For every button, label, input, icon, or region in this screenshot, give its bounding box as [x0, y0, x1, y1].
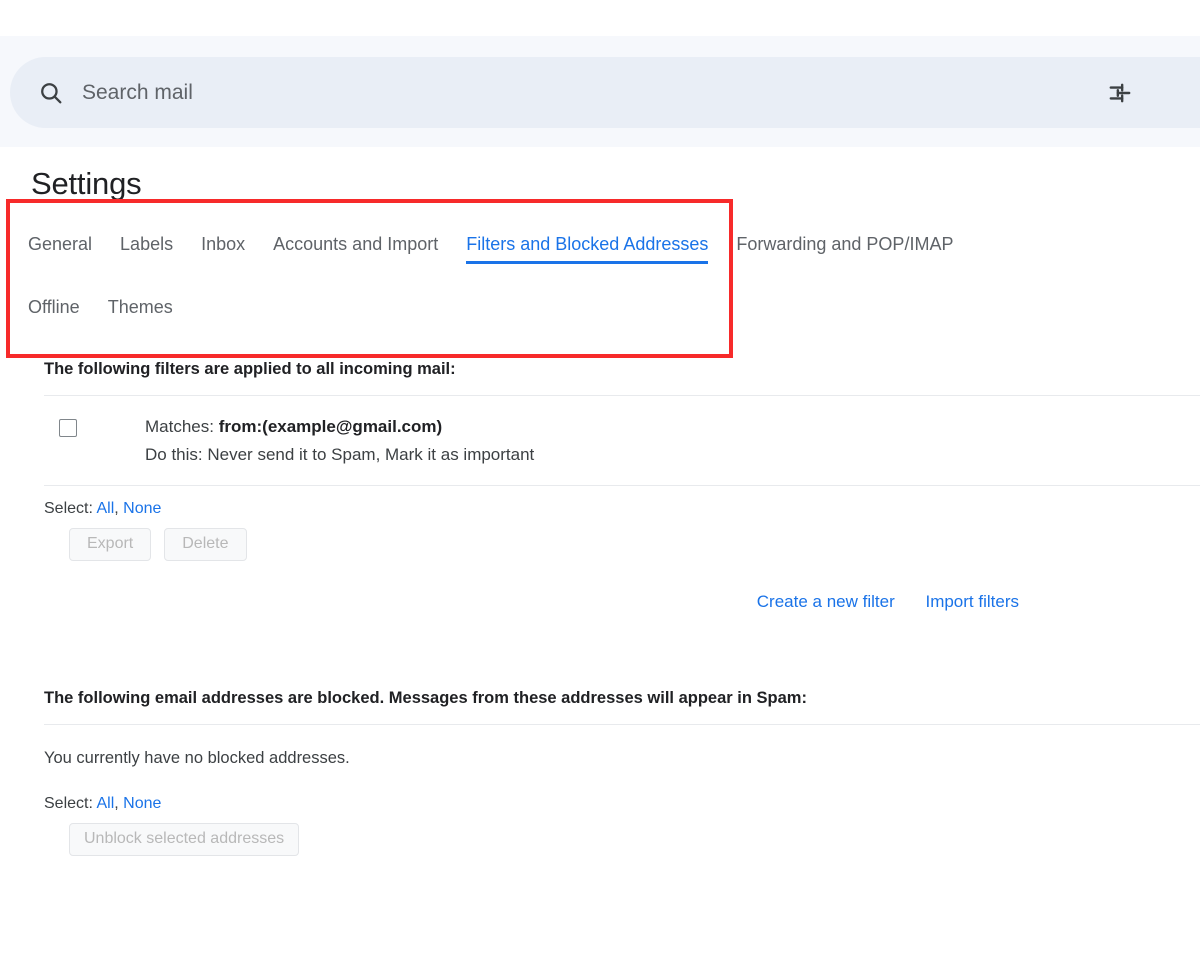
filters-action-links: Create a new filter Import filters	[15, 592, 1200, 612]
tab-accounts-and-import[interactable]: Accounts and Import	[273, 233, 438, 264]
filters-select-row: Select: All, None	[15, 498, 1200, 520]
blocked-select-label: Select:	[44, 795, 93, 812]
search-band	[0, 36, 1200, 147]
blocked-empty-message: You currently have no blocked addresses.	[44, 749, 350, 767]
tab-themes[interactable]: Themes	[108, 296, 173, 327]
blocked-select-all-link[interactable]: All	[96, 795, 114, 812]
blocked-section-heading: The following email addresses are blocke…	[44, 689, 807, 707]
create-new-filter-link[interactable]: Create a new filter	[757, 592, 895, 611]
settings-content-card: Settings General Labels Inbox Accounts a…	[15, 147, 1200, 880]
filters-section: The following filters are applied to all…	[15, 343, 1200, 612]
blocked-button-row: Unblock selected addresses	[15, 823, 1200, 856]
filter-action-value: Never send it to Spam, Mark it as import…	[207, 445, 535, 464]
unblock-selected-addresses-button[interactable]: Unblock selected addresses	[69, 823, 300, 856]
filter-action-label: Do this:	[145, 445, 203, 464]
filter-matches-line: Matches: from:(example@gmail.com)	[145, 413, 534, 441]
tab-row-secondary: Offline Themes	[28, 296, 1200, 328]
tab-general[interactable]: General	[28, 233, 92, 264]
filter-row-checkbox[interactable]	[59, 419, 77, 437]
tab-inbox[interactable]: Inbox	[201, 233, 245, 264]
divider-filters-bottom	[44, 485, 1200, 486]
window-top-strip	[0, 0, 1200, 36]
filters-select-label: Select:	[44, 500, 93, 517]
blocked-addresses-section: The following email addresses are blocke…	[15, 672, 1200, 856]
filters-button-row: Export Delete	[15, 528, 1200, 561]
filter-row: Matches: from:(example@gmail.com) Do thi…	[15, 396, 1200, 485]
tab-row-primary: General Labels Inbox Accounts and Import…	[28, 233, 1200, 265]
tab-forwarding-and-pop-imap[interactable]: Forwarding and POP/IMAP	[736, 233, 953, 264]
delete-button[interactable]: Delete	[164, 528, 247, 561]
filters-select-none-link[interactable]: None	[123, 500, 161, 517]
settings-tabs: General Labels Inbox Accounts and Import…	[28, 233, 1200, 328]
blocked-select-row: Select: All, None	[15, 793, 1200, 815]
filters-select-separator: ,	[114, 500, 119, 517]
import-filters-link[interactable]: Import filters	[925, 592, 1019, 611]
tab-offline[interactable]: Offline	[28, 296, 80, 327]
search-icon	[37, 79, 65, 107]
search-input[interactable]	[82, 57, 1032, 128]
filter-row-details: Matches: from:(example@gmail.com) Do thi…	[145, 413, 534, 469]
tab-labels[interactable]: Labels	[120, 233, 173, 264]
blocked-select-none-link[interactable]: None	[123, 795, 161, 812]
filter-matches-label: Matches:	[145, 417, 214, 436]
search-bar[interactable]	[10, 57, 1200, 128]
filter-matches-value: from:(example@gmail.com)	[218, 417, 443, 436]
filters-select-all-link[interactable]: All	[96, 500, 114, 517]
filter-action-line: Do this: Never send it to Spam, Mark it …	[145, 441, 534, 469]
export-button[interactable]: Export	[69, 528, 152, 561]
filters-section-heading: The following filters are applied to all…	[44, 360, 456, 378]
tune-icon[interactable]	[1098, 71, 1142, 115]
blocked-select-separator: ,	[114, 795, 119, 812]
tab-filters-and-blocked-addresses[interactable]: Filters and Blocked Addresses	[466, 233, 709, 264]
gmail-settings-page: Settings General Labels Inbox Accounts a…	[0, 0, 1200, 960]
page-title: Settings	[31, 166, 142, 201]
